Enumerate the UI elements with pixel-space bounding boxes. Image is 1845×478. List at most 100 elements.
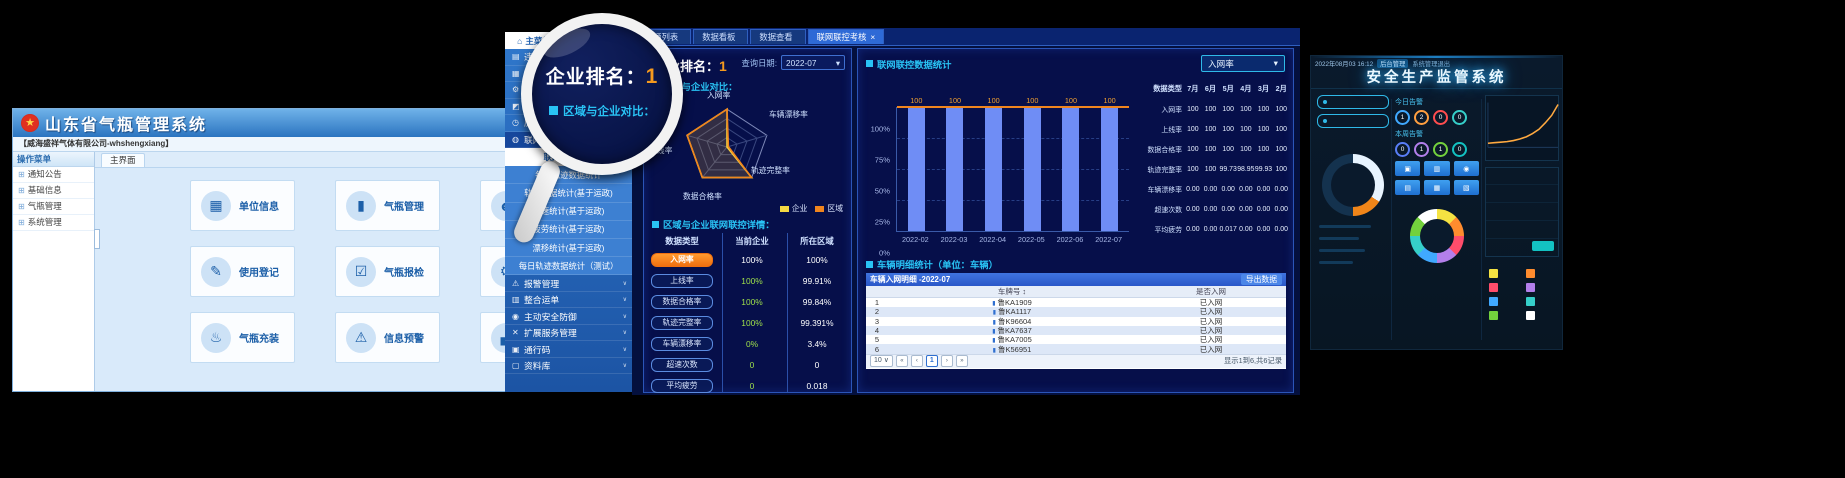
y-tick: 25% — [875, 218, 890, 227]
month-cell: 0.00 — [1219, 206, 1237, 213]
last-page-button[interactable]: » — [956, 355, 968, 367]
detail-section-title: 区域与企业联网联控详情： — [652, 217, 775, 231]
sort-icon[interactable]: ↕ — [1022, 287, 1026, 296]
menu-item[interactable]: ✕ 扩展服务管理 ∨ — [505, 325, 632, 342]
x-tick: 2022-07 — [1095, 235, 1122, 244]
export-button[interactable]: 导出数据 — [1241, 274, 1282, 285]
gauge-column — [1317, 95, 1389, 346]
card-icon: ▦ — [201, 191, 231, 221]
metric-button[interactable]: 超速次数 — [651, 358, 713, 372]
metric-button[interactable]: 轨迹完整率 — [651, 316, 713, 330]
chevron-down-icon: ∨ — [623, 329, 627, 336]
legend-swatch — [1489, 311, 1498, 320]
shortcut-tile-button[interactable]: ◉ — [1454, 161, 1479, 176]
function-card[interactable]: ✎ 使用登记 — [190, 246, 295, 297]
expand-icon[interactable]: ⊞ — [18, 170, 25, 179]
function-card[interactable]: ☑ 气瓶报检 — [335, 246, 440, 297]
plate-cell: ▮鲁K56951 — [888, 344, 1136, 355]
x-tick: 2022-06 — [1057, 235, 1084, 244]
month-cell: 轨迹完整率 — [1138, 164, 1184, 174]
card-icon: ✎ — [201, 257, 231, 287]
status-column-header[interactable]: 是否入网 — [1136, 286, 1286, 297]
tab-main-screen[interactable]: 主界面 — [101, 153, 145, 167]
page-size-select[interactable]: 10 ∨ — [870, 355, 893, 367]
menu-item[interactable]: ◉ 主动安全防御 ∨ — [505, 308, 632, 325]
shortcut-tile-button[interactable]: ▤ — [1395, 180, 1420, 195]
menu-item[interactable]: ▣ 通行码 ∨ — [505, 341, 632, 358]
sidebar-item[interactable]: ⊞系统管理 — [13, 215, 94, 231]
metric-button[interactable]: 数据合格率 — [651, 295, 713, 309]
prev-page-button[interactable]: ‹ — [911, 355, 923, 367]
detail-row: 车辆漂移率 0% 3.4% — [644, 333, 851, 354]
expand-icon[interactable]: ⊞ — [18, 202, 25, 211]
function-card[interactable]: ▮ 气瓶管理 — [335, 180, 440, 231]
region-value: 99.84% — [784, 297, 850, 307]
company-value: 100% — [720, 255, 784, 265]
metric-button[interactable]: 入网率 — [651, 253, 713, 267]
expand-icon[interactable]: ⊞ — [18, 218, 25, 227]
document-tabbar: 车辆列表 数据看板 数据查看 联网联控考核 × — [632, 28, 1300, 46]
metric-button[interactable]: 上线率 — [651, 274, 713, 288]
month-cell: 98.95 — [1237, 166, 1255, 173]
month-cell: 数据合格率 — [1138, 144, 1184, 154]
close-icon[interactable]: × — [870, 30, 875, 44]
document-tab[interactable]: 数据查看 — [750, 29, 805, 44]
bar-column: 100 — [985, 107, 1002, 231]
legend-swatch — [1526, 283, 1535, 292]
y-tick: 100% — [871, 125, 890, 134]
menu-item[interactable]: ▢ 资料库 ∨ — [505, 358, 632, 375]
left-app-content: ▦ 单位信息 ▮ 气瓶管理 ☻ ✎ 使用登记 — [95, 168, 511, 392]
document-tab[interactable]: 数据看板 — [693, 29, 748, 44]
function-card[interactable]: ▦ 单位信息 — [190, 180, 295, 231]
sidebar-header: 操作菜单 — [13, 152, 94, 167]
menu-item[interactable]: ▥ 整合运单 ∨ — [505, 292, 632, 309]
region-value: 0.018 — [784, 381, 850, 391]
legend-swatch — [1489, 283, 1498, 292]
region-value: 99.91% — [784, 276, 850, 286]
metric-button[interactable]: 车辆漂移率 — [651, 337, 713, 351]
alarm-ring-stat: 1 — [1395, 110, 1410, 125]
nav-pill-button[interactable] — [1317, 114, 1389, 128]
metric-button[interactable]: 平均疲劳 — [651, 379, 713, 393]
expand-icon[interactable]: ⊞ — [18, 186, 25, 195]
document-tab[interactable]: 联网联控考核 × — [808, 29, 885, 44]
month-cell: 100 — [1219, 106, 1237, 113]
company-value: 100% — [720, 276, 784, 286]
shortcut-tile-button[interactable]: ▣ — [1395, 161, 1420, 176]
nav-pill-button[interactable] — [1317, 95, 1389, 109]
submenu-item[interactable]: 每日轨迹数据统计（测试） — [505, 257, 632, 275]
left-app-title: 山东省气瓶管理系统 — [45, 111, 207, 135]
month-row: 数据合格率100100100100100100 — [1138, 139, 1290, 159]
row-number: 4 — [866, 326, 888, 335]
metric-select[interactable]: 入网率▾ — [1201, 55, 1285, 72]
table-row[interactable]: 6 ▮鲁K56951 已入网 — [866, 344, 1286, 353]
function-card[interactable]: ⚠ 信息预警 — [335, 312, 440, 363]
menu-item[interactable]: ⚠ 报警管理 ∨ — [505, 275, 632, 292]
function-card[interactable]: ♨ 气瓶充装 — [190, 312, 295, 363]
menu-icon: ◷ — [512, 118, 524, 127]
next-page-button[interactable]: › — [941, 355, 953, 367]
month-cell: 100 — [1255, 146, 1273, 153]
chevron-down-icon: ∨ — [623, 280, 627, 287]
current-page[interactable]: 1 — [926, 355, 938, 367]
sidebar-splitter[interactable] — [94, 229, 100, 249]
vehicle-section-title: 车辆明细统计（单位：车辆） — [866, 257, 998, 271]
month-cell: 100 — [1255, 106, 1273, 113]
shortcut-tile-button[interactable]: ▦ — [1424, 180, 1449, 195]
submenu-item[interactable]: 轨迹数据统计(基于运政) — [505, 184, 632, 202]
plate-column-header[interactable]: 车牌号 ↕ — [888, 286, 1136, 297]
shortcut-tile-button[interactable]: ▧ — [1454, 180, 1479, 195]
trend-line-chart — [1485, 95, 1559, 161]
status-cell: 已入网 — [1136, 344, 1286, 355]
first-page-button[interactable]: « — [896, 355, 908, 367]
sidebar-item[interactable]: ⊞通知公告 — [13, 167, 94, 183]
shortcut-tile-button[interactable]: ▥ — [1424, 161, 1449, 176]
chevron-down-icon: ∨ — [623, 346, 627, 353]
sidebar-item[interactable]: ⊞气瓶管理 — [13, 199, 94, 215]
legend-swatch — [1489, 269, 1498, 278]
alarm-ring-stat: 0 — [1452, 110, 1467, 125]
alarm-column: 今日告警 1200 本周告警 0110 ▣▥◉▤▦▧ — [1395, 95, 1479, 346]
sidebar-item[interactable]: ⊞基础信息 — [13, 183, 94, 199]
card-label: 气瓶报检 — [384, 264, 424, 279]
query-date-select[interactable]: 2022-07▾ — [781, 55, 845, 70]
